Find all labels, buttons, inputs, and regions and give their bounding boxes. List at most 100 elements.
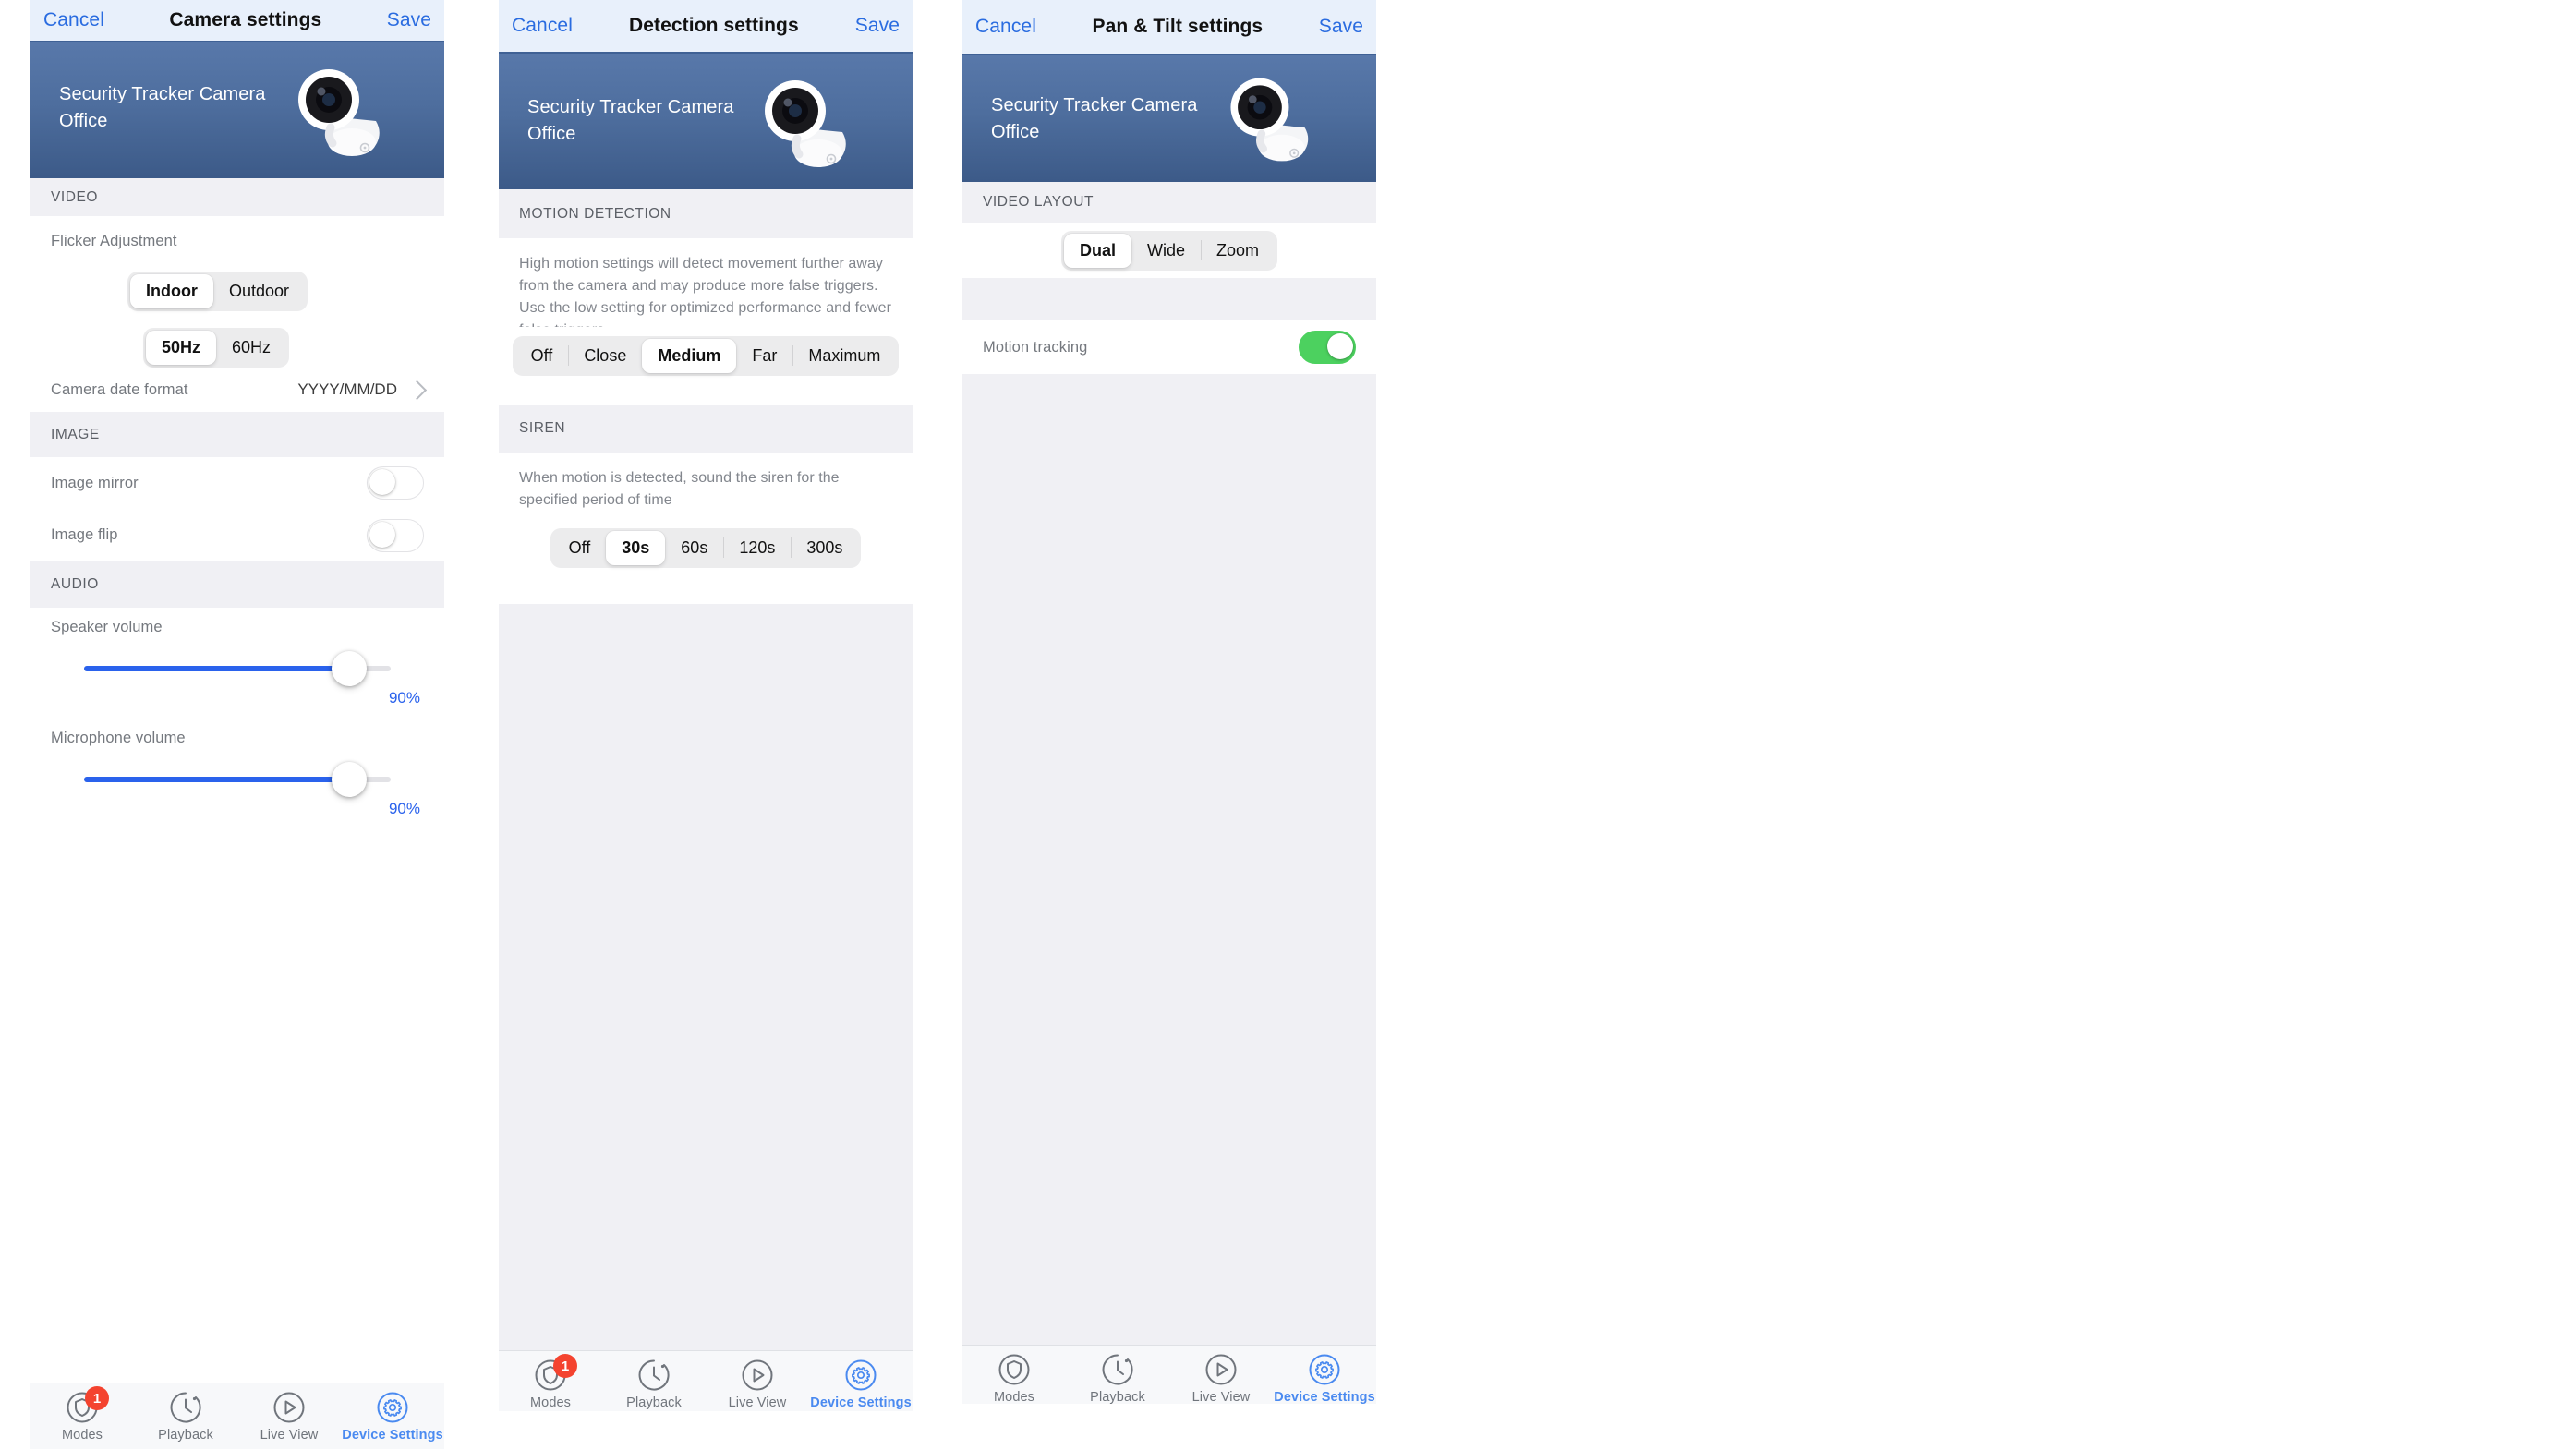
seg-50hz[interactable]: 50Hz bbox=[145, 331, 216, 365]
tab-device-settings[interactable]: Device Settings bbox=[341, 1391, 444, 1443]
tab-device-settings-label: Device Settings bbox=[810, 1395, 912, 1410]
image-flip-toggle[interactable] bbox=[367, 518, 424, 552]
seg-zoom[interactable]: Zoom bbox=[1201, 234, 1275, 268]
empty-area bbox=[962, 374, 1376, 1345]
section-header-siren: SIREN bbox=[499, 405, 913, 453]
cancel-button[interactable]: Cancel bbox=[512, 15, 573, 37]
seg-dual[interactable]: Dual bbox=[1063, 233, 1131, 268]
seg-siren-300s[interactable]: 300s bbox=[791, 531, 858, 565]
seg-maximum[interactable]: Maximum bbox=[792, 339, 896, 373]
bottom-tab-bar: Modes Playback Live View Device Settings bbox=[962, 1345, 1376, 1404]
seg-siren-60s[interactable]: 60s bbox=[665, 531, 723, 565]
screenshot-stage: Cancel Camera settings Save Security Tra… bbox=[0, 0, 2576, 1449]
tab-modes-label: Modes bbox=[61, 1428, 103, 1443]
clock-icon[interactable] bbox=[169, 1391, 202, 1424]
section-header-image: IMAGE bbox=[30, 412, 444, 457]
tab-playback[interactable]: Playback bbox=[602, 1358, 706, 1410]
tab-modes[interactable]: 1 Modes bbox=[499, 1354, 602, 1410]
tab-live-view-label: Live View bbox=[260, 1428, 319, 1443]
tab-live-view[interactable]: Live View bbox=[1169, 1353, 1273, 1404]
camera-settings-screen: Cancel Camera settings Save Security Tra… bbox=[30, 0, 444, 1449]
seg-60hz[interactable]: 60Hz bbox=[216, 331, 286, 365]
gear-icon[interactable] bbox=[844, 1358, 877, 1392]
modes-badge: 1 bbox=[85, 1386, 109, 1410]
shield-icon[interactable] bbox=[998, 1353, 1031, 1386]
device-name-label: Security Tracker Camera bbox=[59, 84, 266, 104]
seg-siren-30s[interactable]: 30s bbox=[606, 530, 666, 565]
speaker-slider-thumb[interactable] bbox=[332, 651, 367, 686]
tab-playback[interactable]: Playback bbox=[1066, 1353, 1169, 1404]
tab-device-settings-label: Device Settings bbox=[1274, 1390, 1375, 1404]
tab-live-view[interactable]: Live View bbox=[706, 1358, 809, 1410]
siren-description: When motion is detected, sound the siren… bbox=[499, 453, 913, 517]
gear-icon[interactable] bbox=[1308, 1353, 1341, 1386]
play-icon[interactable] bbox=[272, 1391, 306, 1424]
image-flip-row: Image flip bbox=[30, 509, 444, 561]
motion-tracking-toggle[interactable] bbox=[1299, 331, 1356, 364]
chevron-right-icon[interactable] bbox=[406, 380, 428, 400]
play-icon[interactable] bbox=[741, 1358, 774, 1392]
play-icon[interactable] bbox=[1204, 1353, 1238, 1386]
cancel-button[interactable]: Cancel bbox=[43, 9, 104, 31]
microphone-volume-slider[interactable]: 90% bbox=[30, 755, 444, 829]
page-title: Pan & Tilt settings bbox=[1092, 16, 1264, 37]
tab-playback-label: Playback bbox=[1090, 1390, 1145, 1404]
seg-siren-120s[interactable]: 120s bbox=[723, 531, 791, 565]
save-button[interactable]: Save bbox=[1319, 16, 1363, 38]
motion-detection-description: High motion settings will detect movemen… bbox=[499, 238, 913, 338]
image-mirror-toggle[interactable] bbox=[367, 466, 424, 500]
flicker-frequency-segmented[interactable]: 50Hz 60Hz bbox=[30, 314, 444, 368]
section-header-video: VIDEO bbox=[30, 178, 444, 216]
camera-illustration bbox=[287, 63, 389, 164]
device-name-label: Security Tracker Camera bbox=[991, 95, 1198, 115]
spacer bbox=[499, 578, 913, 604]
speaker-volume-row: Speaker volume bbox=[30, 608, 444, 645]
tab-modes[interactable]: 1 Modes bbox=[30, 1386, 134, 1443]
shield-icon[interactable]: 1 bbox=[66, 1386, 109, 1424]
tab-live-view[interactable]: Live View bbox=[237, 1391, 341, 1443]
seg-far[interactable]: Far bbox=[736, 339, 792, 373]
device-room-label: Office bbox=[527, 124, 576, 144]
bottom-tab-bar: 1 Modes Playback Live View Device Settin… bbox=[499, 1350, 913, 1411]
flicker-frequency-group[interactable]: 50Hz 60Hz bbox=[142, 328, 289, 368]
microphone-volume-value: 90% bbox=[388, 800, 420, 817]
image-flip-label: Image flip bbox=[51, 526, 118, 543]
microphone-slider-thumb[interactable] bbox=[332, 762, 367, 797]
tab-device-settings[interactable]: Device Settings bbox=[809, 1358, 913, 1410]
flicker-adjustment-row: Flicker Adjustment bbox=[30, 216, 444, 268]
seg-medium[interactable]: Medium bbox=[642, 338, 737, 373]
video-layout-group[interactable]: Dual Wide Zoom bbox=[1060, 230, 1278, 271]
cancel-button[interactable]: Cancel bbox=[975, 16, 1036, 38]
camera-date-format-row[interactable]: Camera date format YYYY/MM/DD bbox=[30, 368, 444, 412]
seg-outdoor[interactable]: Outdoor bbox=[213, 274, 305, 308]
clock-icon[interactable] bbox=[637, 1358, 671, 1392]
siren-duration-segmented[interactable]: Off 30s 60s 120s 300s bbox=[499, 517, 913, 578]
seg-off[interactable]: Off bbox=[515, 339, 569, 373]
flicker-location-segmented[interactable]: Indoor Outdoor bbox=[30, 268, 444, 314]
save-button[interactable]: Save bbox=[387, 9, 431, 31]
gear-icon[interactable] bbox=[376, 1391, 409, 1424]
tab-modes-label: Modes bbox=[993, 1390, 1035, 1404]
seg-indoor[interactable]: Indoor bbox=[129, 273, 213, 308]
seg-close[interactable]: Close bbox=[568, 339, 642, 373]
spacer bbox=[30, 829, 444, 1383]
speaker-volume-slider[interactable]: 90% bbox=[30, 645, 444, 718]
navigation-bar: Cancel Camera settings Save bbox=[30, 0, 444, 41]
flicker-location-group[interactable]: Indoor Outdoor bbox=[127, 271, 308, 311]
seg-siren-off[interactable]: Off bbox=[553, 531, 607, 565]
section-header-audio: AUDIO bbox=[30, 561, 444, 608]
video-layout-segmented[interactable]: Dual Wide Zoom bbox=[962, 223, 1376, 278]
tab-modes[interactable]: Modes bbox=[962, 1353, 1066, 1404]
section-gap bbox=[962, 278, 1376, 320]
device-room-label: Office bbox=[59, 111, 108, 131]
save-button[interactable]: Save bbox=[855, 15, 900, 37]
tab-playback[interactable]: Playback bbox=[134, 1391, 237, 1443]
siren-duration-group[interactable]: Off 30s 60s 120s 300s bbox=[550, 527, 862, 568]
tab-device-settings-label: Device Settings bbox=[342, 1428, 443, 1443]
motion-sensitivity-segmented[interactable]: Off Close Medium Far Maximum bbox=[499, 327, 913, 384]
motion-sensitivity-group[interactable]: Off Close Medium Far Maximum bbox=[512, 335, 900, 376]
clock-icon[interactable] bbox=[1101, 1353, 1134, 1386]
shield-icon[interactable]: 1 bbox=[534, 1354, 577, 1392]
tab-device-settings[interactable]: Device Settings bbox=[1273, 1353, 1376, 1404]
seg-wide[interactable]: Wide bbox=[1131, 234, 1201, 268]
